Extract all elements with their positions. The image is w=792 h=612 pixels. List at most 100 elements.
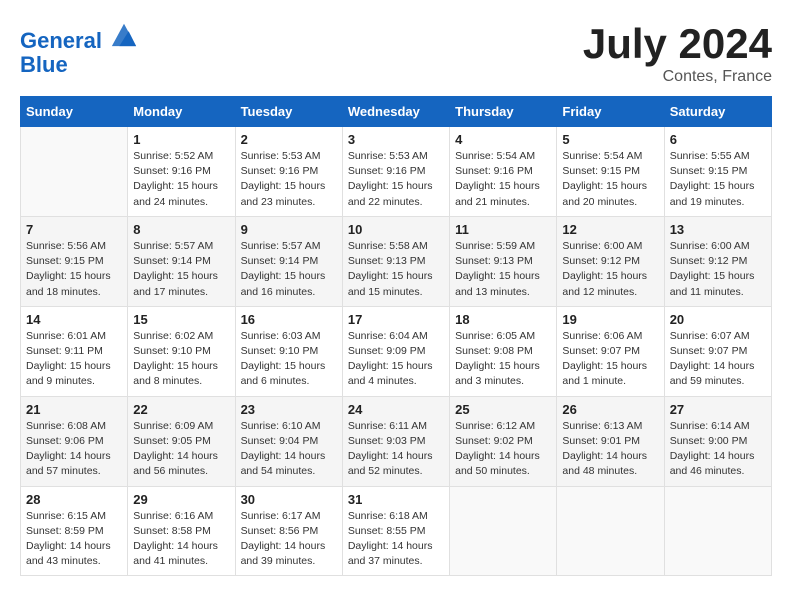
day-number: 12 (562, 222, 658, 237)
day-number: 23 (241, 402, 337, 417)
day-detail: Sunrise: 5:53 AMSunset: 9:16 PMDaylight:… (348, 149, 444, 210)
week-row-4: 21 Sunrise: 6:08 AMSunset: 9:06 PMDayligh… (21, 396, 772, 486)
day-number: 5 (562, 132, 658, 147)
calendar-cell: 30Sunrise: 6:17 AMSunset: 8:56 PMDayligh… (235, 486, 342, 576)
day-detail: Sunrise: 5:53 AMSunset: 9:16 PMDaylight:… (241, 149, 337, 210)
day-number: 10 (348, 222, 444, 237)
day-number: 2 (241, 132, 337, 147)
day-number: 18 (455, 312, 551, 327)
calendar-cell: 17 Sunrise: 6:04 AMSunset: 9:09 PMDayligh… (342, 306, 449, 396)
day-number: 4 (455, 132, 551, 147)
calendar-cell: 8 Sunrise: 5:57 AMSunset: 9:14 PMDaylight… (128, 216, 235, 306)
calendar-table: SundayMondayTuesdayWednesdayThursdayFrid… (20, 96, 772, 576)
week-row-1: 1Sunrise: 5:52 AMSunset: 9:16 PMDaylight… (21, 127, 772, 217)
day-detail: Sunrise: 6:07 AMSunset: 9:07 PMDaylight:… (670, 329, 766, 390)
calendar-cell: 11 Sunrise: 5:59 AMSunset: 9:13 PMDayligh… (450, 216, 557, 306)
calendar-cell: 4Sunrise: 5:54 AMSunset: 9:16 PMDaylight… (450, 127, 557, 217)
day-detail: Sunrise: 5:56 AMSunset: 9:15 PMDaylight:… (26, 239, 122, 300)
day-number: 21 (26, 402, 122, 417)
header-day-friday: Friday (557, 97, 664, 127)
day-detail: Sunrise: 5:57 AMSunset: 9:14 PMDaylight:… (133, 239, 229, 300)
day-detail: Sunrise: 6:14 AMSunset: 9:00 PMDaylight:… (670, 419, 766, 480)
day-number: 26 (562, 402, 658, 417)
day-number: 13 (670, 222, 766, 237)
day-detail: Sunrise: 5:58 AMSunset: 9:13 PMDaylight:… (348, 239, 444, 300)
day-number: 9 (241, 222, 337, 237)
day-number: 28 (26, 492, 122, 507)
header-day-wednesday: Wednesday (342, 97, 449, 127)
day-detail: Sunrise: 6:18 AMSunset: 8:55 PMDaylight:… (348, 509, 444, 570)
day-detail: Sunrise: 6:16 AMSunset: 8:58 PMDaylight:… (133, 509, 229, 570)
title-section: July 2024 Contes, France (583, 20, 772, 86)
calendar-cell: 26 Sunrise: 6:13 AMSunset: 9:01 PMDayligh… (557, 396, 664, 486)
day-number: 3 (348, 132, 444, 147)
day-detail: Sunrise: 6:01 AMSunset: 9:11 PMDaylight:… (26, 329, 122, 390)
calendar-cell: 15Sunrise: 6:02 AMSunset: 9:10 PMDayligh… (128, 306, 235, 396)
calendar-cell: 9 Sunrise: 5:57 AMSunset: 9:14 PMDaylight… (235, 216, 342, 306)
day-number: 11 (455, 222, 551, 237)
logo-text: General (20, 20, 138, 53)
day-detail: Sunrise: 6:00 AMSunset: 9:12 PMDaylight:… (562, 239, 658, 300)
calendar-cell (664, 486, 771, 576)
day-detail: Sunrise: 6:00 AMSunset: 9:12 PMDaylight:… (670, 239, 766, 300)
header-day-thursday: Thursday (450, 97, 557, 127)
day-detail: Sunrise: 6:05 AMSunset: 9:08 PMDaylight:… (455, 329, 551, 390)
calendar-cell: 25 Sunrise: 6:12 AMSunset: 9:02 PMDayligh… (450, 396, 557, 486)
day-detail: Sunrise: 6:08 AMSunset: 9:06 PMDaylight:… (26, 419, 122, 480)
day-number: 1 (133, 132, 229, 147)
calendar-cell: 23 Sunrise: 6:10 AMSunset: 9:04 PMDayligh… (235, 396, 342, 486)
month-year: July 2024 (583, 20, 772, 68)
location: Contes, France (583, 68, 772, 86)
day-detail: Sunrise: 6:11 AMSunset: 9:03 PMDaylight:… (348, 419, 444, 480)
day-detail: Sunrise: 6:12 AMSunset: 9:02 PMDaylight:… (455, 419, 551, 480)
day-detail: Sunrise: 6:03 AMSunset: 9:10 PMDaylight:… (241, 329, 337, 390)
header-row: SundayMondayTuesdayWednesdayThursdayFrid… (21, 97, 772, 127)
page-header: General Blue July 2024 Contes, France (20, 20, 772, 86)
day-detail: Sunrise: 5:57 AMSunset: 9:14 PMDaylight:… (241, 239, 337, 300)
logo-general: General (20, 28, 102, 53)
calendar-cell: 1Sunrise: 5:52 AMSunset: 9:16 PMDaylight… (128, 127, 235, 217)
calendar-cell: 2 Sunrise: 5:53 AMSunset: 9:16 PMDaylight… (235, 127, 342, 217)
calendar-cell: 14Sunrise: 6:01 AMSunset: 9:11 PMDayligh… (21, 306, 128, 396)
calendar-cell: 27Sunrise: 6:14 AMSunset: 9:00 PMDayligh… (664, 396, 771, 486)
logo-blue: Blue (20, 53, 138, 77)
header-day-sunday: Sunday (21, 97, 128, 127)
calendar-cell: 24Sunrise: 6:11 AMSunset: 9:03 PMDayligh… (342, 396, 449, 486)
calendar-cell: 12 Sunrise: 6:00 AMSunset: 9:12 PMDayligh… (557, 216, 664, 306)
logo-icon (110, 20, 138, 48)
calendar-cell (557, 486, 664, 576)
calendar-cell: 31 Sunrise: 6:18 AMSunset: 8:55 PMDayligh… (342, 486, 449, 576)
day-detail: Sunrise: 6:06 AMSunset: 9:07 PMDaylight:… (562, 329, 658, 390)
calendar-cell (21, 127, 128, 217)
week-row-3: 14Sunrise: 6:01 AMSunset: 9:11 PMDayligh… (21, 306, 772, 396)
day-number: 19 (562, 312, 658, 327)
calendar-cell: 18 Sunrise: 6:05 AMSunset: 9:08 PMDayligh… (450, 306, 557, 396)
day-number: 20 (670, 312, 766, 327)
header-day-tuesday: Tuesday (235, 97, 342, 127)
calendar-cell: 7 Sunrise: 5:56 AMSunset: 9:15 PMDaylight… (21, 216, 128, 306)
calendar-cell: 28 Sunrise: 6:15 AMSunset: 8:59 PMDayligh… (21, 486, 128, 576)
day-number: 7 (26, 222, 122, 237)
calendar-cell: 6Sunrise: 5:55 AMSunset: 9:15 PMDaylight… (664, 127, 771, 217)
day-number: 6 (670, 132, 766, 147)
day-detail: Sunrise: 5:59 AMSunset: 9:13 PMDaylight:… (455, 239, 551, 300)
week-row-2: 7 Sunrise: 5:56 AMSunset: 9:15 PMDaylight… (21, 216, 772, 306)
calendar-cell: 22Sunrise: 6:09 AMSunset: 9:05 PMDayligh… (128, 396, 235, 486)
day-detail: Sunrise: 6:15 AMSunset: 8:59 PMDaylight:… (26, 509, 122, 570)
day-detail: Sunrise: 6:13 AMSunset: 9:01 PMDaylight:… (562, 419, 658, 480)
day-detail: Sunrise: 6:10 AMSunset: 9:04 PMDaylight:… (241, 419, 337, 480)
day-number: 8 (133, 222, 229, 237)
calendar-cell: 19 Sunrise: 6:06 AMSunset: 9:07 PMDayligh… (557, 306, 664, 396)
logo: General Blue (20, 20, 138, 77)
day-number: 29 (133, 492, 229, 507)
calendar-cell: 20 Sunrise: 6:07 AMSunset: 9:07 PMDayligh… (664, 306, 771, 396)
header-day-monday: Monday (128, 97, 235, 127)
day-number: 25 (455, 402, 551, 417)
day-number: 31 (348, 492, 444, 507)
calendar-cell: 16Sunrise: 6:03 AMSunset: 9:10 PMDayligh… (235, 306, 342, 396)
day-detail: Sunrise: 6:04 AMSunset: 9:09 PMDaylight:… (348, 329, 444, 390)
day-number: 22 (133, 402, 229, 417)
day-number: 17 (348, 312, 444, 327)
calendar-cell: 21 Sunrise: 6:08 AMSunset: 9:06 PMDayligh… (21, 396, 128, 486)
calendar-cell (450, 486, 557, 576)
